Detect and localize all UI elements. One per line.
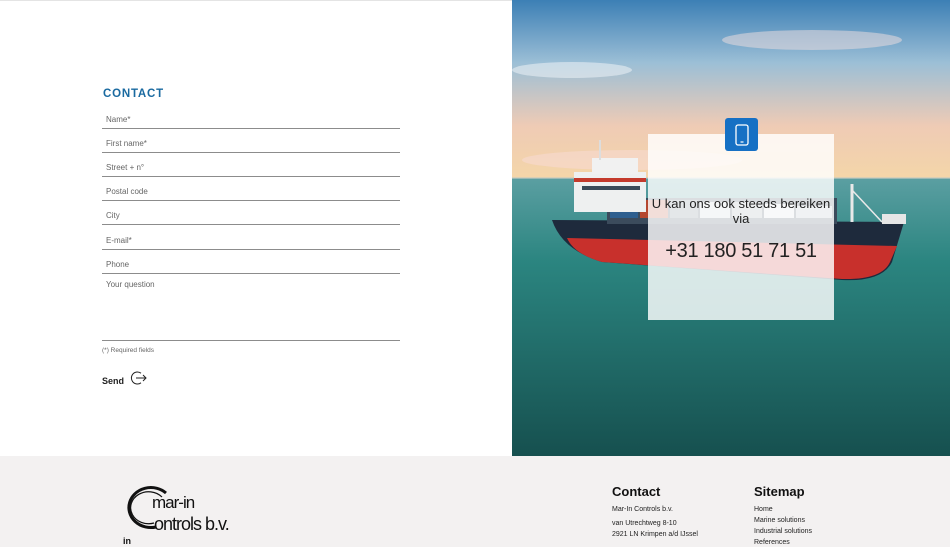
email-input[interactable] <box>102 226 400 249</box>
send-button[interactable]: Send <box>102 370 148 391</box>
send-arrow-icon <box>130 370 148 391</box>
postal-code-input[interactable] <box>102 177 400 200</box>
footer-street: van Utrechtweg 8-10 <box>612 520 677 527</box>
linkedin-icon[interactable]: in <box>123 536 131 546</box>
callout-phone-number[interactable]: +31 180 51 71 51 <box>648 240 834 263</box>
footer-sitemap-heading: Sitemap <box>754 484 805 499</box>
street-input[interactable] <box>102 153 400 176</box>
question-textarea[interactable] <box>102 274 400 340</box>
contact-form-title: CONTACT <box>103 88 164 100</box>
footer-city: 2921 LN Krimpen a/d IJssel <box>612 531 698 538</box>
smartphone-icon <box>725 118 758 151</box>
street-field[interactable] <box>102 153 400 177</box>
postal-code-field[interactable] <box>102 177 400 201</box>
question-field[interactable] <box>102 274 400 341</box>
callout-card <box>648 134 834 320</box>
sitemap-link-industrial-solutions[interactable]: Industrial solutions <box>754 528 812 535</box>
logo-text-line2: ontrols b.v. <box>154 514 229 534</box>
logo-text-line1: mar-in <box>152 493 195 512</box>
contact-section: CONTACT (*) Required fields Send <box>0 0 950 456</box>
name-input[interactable] <box>102 105 400 128</box>
city-field[interactable] <box>102 201 400 225</box>
footer-contact-heading: Contact <box>612 484 661 499</box>
city-input[interactable] <box>102 201 400 224</box>
footer-company: Mar-In Controls b.v. <box>612 506 673 513</box>
first-name-field[interactable] <box>102 129 400 153</box>
contact-form-panel: CONTACT (*) Required fields Send <box>0 0 512 456</box>
required-fields-note: (*) Required fields <box>102 347 155 354</box>
first-name-input[interactable] <box>102 129 400 152</box>
email-field[interactable] <box>102 226 400 250</box>
site-footer: mar-in ontrols b.v. in Contact Mar-In Co… <box>0 456 950 547</box>
phone-input[interactable] <box>102 250 400 273</box>
sitemap-link-references[interactable]: References <box>754 539 790 546</box>
sitemap-link-marine-solutions[interactable]: Marine solutions <box>754 517 805 524</box>
mar-in-controls-logo[interactable]: mar-in ontrols b.v. <box>122 483 238 535</box>
name-field[interactable] <box>102 105 400 129</box>
send-label: Send <box>102 375 125 386</box>
sitemap-link-home[interactable]: Home <box>754 506 773 513</box>
callout-text: U kan ons ook steeds bereiken via <box>651 196 831 226</box>
phone-field[interactable] <box>102 250 400 274</box>
